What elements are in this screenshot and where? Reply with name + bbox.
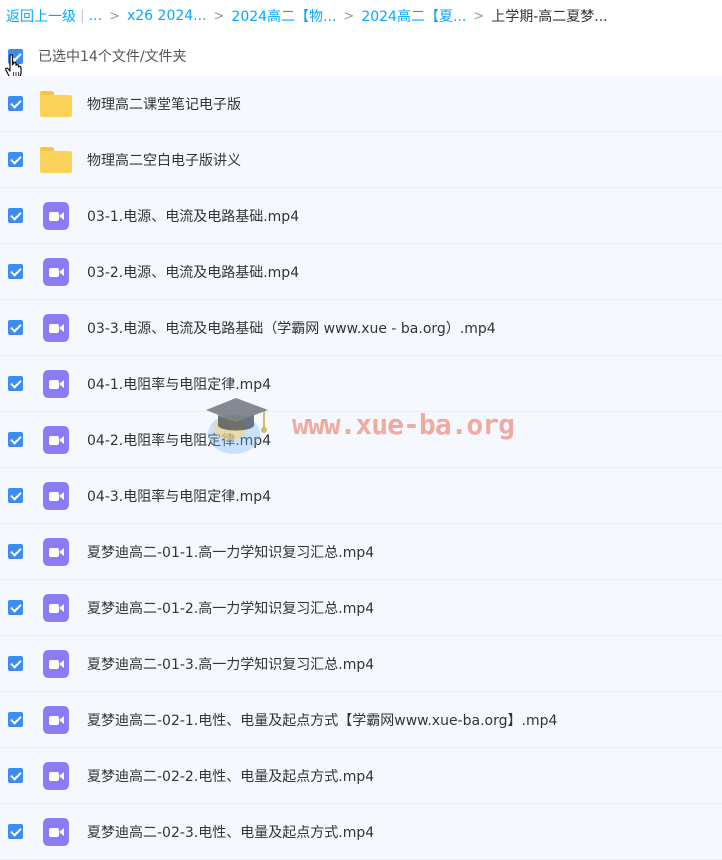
row-checkbox[interactable]: [8, 208, 23, 223]
file-name[interactable]: 03-2.电源、电流及电路基础.mp4: [87, 262, 299, 282]
file-row[interactable]: 夏梦迪高二-01-2.高一力学知识复习汇总.mp4: [0, 580, 722, 636]
file-row[interactable]: 夏梦迪高二-02-3.电性、电量及起点方式.mp4: [0, 804, 722, 860]
breadcrumb-current: 上学期-高二夏梦...: [491, 9, 608, 25]
file-row[interactable]: 03-2.电源、电流及电路基础.mp4: [0, 244, 722, 300]
file-row[interactable]: 夏梦迪高二-01-1.高一力学知识复习汇总.mp4: [0, 524, 722, 580]
file-name[interactable]: 夏梦迪高二-01-1.高一力学知识复习汇总.mp4: [87, 542, 374, 562]
video-file-icon: [40, 760, 72, 792]
file-row[interactable]: 夏梦迪高二-01-3.高一力学知识复习汇总.mp4: [0, 636, 722, 692]
chevron-right-icon: >: [343, 8, 355, 24]
breadcrumb: 返回上一级 | ... > x26 2024... > 2024高二【物... …: [0, 0, 722, 32]
file-name[interactable]: 夏梦迪高二-02-1.电性、电量及起点方式【学霸网www.xue-ba.org】…: [87, 710, 557, 730]
file-name[interactable]: 03-1.电源、电流及电路基础.mp4: [87, 206, 299, 226]
folder-icon: [40, 88, 72, 120]
chevron-right-icon: >: [473, 8, 485, 24]
video-file-icon: [40, 368, 72, 400]
row-checkbox[interactable]: [8, 600, 23, 615]
file-row[interactable]: 04-1.电阻率与电阻定律.mp4: [0, 356, 722, 412]
video-file-icon: [40, 592, 72, 624]
breadcrumb-item-3[interactable]: 2024高二【夏...: [361, 6, 466, 26]
back-link[interactable]: 返回上一级: [6, 6, 76, 26]
breadcrumb-divider: |: [80, 8, 85, 24]
file-row[interactable]: 夏梦迪高二-02-2.电性、电量及起点方式.mp4: [0, 748, 722, 804]
file-row[interactable]: 03-3.电源、电流及电路基础（学霸网 www.xue - ba.org）.mp…: [0, 300, 722, 356]
breadcrumb-item-1[interactable]: x26 2024...: [127, 8, 207, 24]
video-file-icon: [40, 816, 72, 848]
row-checkbox[interactable]: [8, 824, 23, 839]
breadcrumb-ellipsis[interactable]: ...: [89, 8, 102, 24]
row-checkbox[interactable]: [8, 432, 23, 447]
file-name[interactable]: 夏梦迪高二-01-3.高一力学知识复习汇总.mp4: [87, 654, 374, 674]
row-checkbox[interactable]: [8, 320, 23, 335]
video-file-icon: [40, 648, 72, 680]
row-checkbox[interactable]: [8, 488, 23, 503]
row-checkbox[interactable]: [8, 712, 23, 727]
row-checkbox[interactable]: [8, 544, 23, 559]
file-name[interactable]: 04-2.电阻率与电阻定律.mp4: [87, 430, 271, 450]
chevron-right-icon: >: [213, 8, 225, 24]
file-name[interactable]: 夏梦迪高二-02-2.电性、电量及起点方式.mp4: [87, 766, 374, 786]
file-name[interactable]: 04-1.电阻率与电阻定律.mp4: [87, 374, 271, 394]
file-name[interactable]: 夏梦迪高二-01-2.高一力学知识复习汇总.mp4: [87, 598, 374, 618]
video-file-icon: [40, 480, 72, 512]
file-row[interactable]: 夏梦迪高二-02-1.电性、电量及起点方式【学霸网www.xue-ba.org】…: [0, 692, 722, 748]
row-checkbox[interactable]: [8, 376, 23, 391]
file-row[interactable]: 04-3.电阻率与电阻定律.mp4: [0, 468, 722, 524]
selection-count-label: 已选中14个文件/文件夹: [38, 49, 187, 65]
row-checkbox[interactable]: [8, 96, 23, 111]
file-row[interactable]: 物理高二空白电子版讲义: [0, 132, 722, 188]
chevron-right-icon: >: [109, 8, 120, 24]
video-file-icon: [40, 312, 72, 344]
video-file-icon: [40, 536, 72, 568]
file-row[interactable]: 物理高二课堂笔记电子版: [0, 76, 722, 132]
file-name[interactable]: 04-3.电阻率与电阻定律.mp4: [87, 486, 271, 506]
file-row[interactable]: 03-1.电源、电流及电路基础.mp4: [0, 188, 722, 244]
row-checkbox[interactable]: [8, 152, 23, 167]
video-file-icon: [40, 704, 72, 736]
row-checkbox[interactable]: [8, 768, 23, 783]
video-file-icon: [40, 200, 72, 232]
video-file-icon: [40, 424, 72, 456]
file-name[interactable]: 03-3.电源、电流及电路基础（学霸网 www.xue - ba.org）.mp…: [87, 318, 496, 338]
breadcrumb-item-2[interactable]: 2024高二【物...: [231, 6, 336, 26]
video-file-icon: [40, 256, 72, 288]
row-checkbox[interactable]: [8, 264, 23, 279]
selection-header: 已选中14个文件/文件夹: [0, 36, 722, 76]
file-name[interactable]: 物理高二空白电子版讲义: [87, 150, 241, 170]
file-list: 物理高二课堂笔记电子版 物理高二空白电子版讲义 03-1.电源、电流及电路基础.mp…: [0, 76, 722, 860]
folder-icon: [40, 144, 72, 176]
file-row[interactable]: 04-2.电阻率与电阻定律.mp4: [0, 412, 722, 468]
row-checkbox[interactable]: [8, 656, 23, 671]
file-name[interactable]: 夏梦迪高二-02-3.电性、电量及起点方式.mp4: [87, 822, 374, 842]
file-name[interactable]: 物理高二课堂笔记电子版: [87, 94, 241, 114]
